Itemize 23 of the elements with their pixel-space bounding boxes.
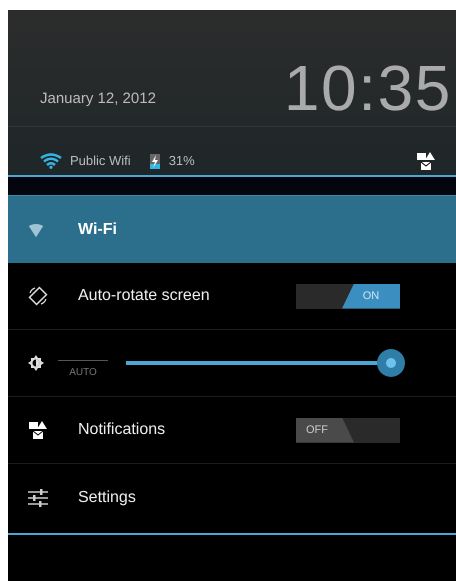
date-text: January 12, 2012 [40,88,156,108]
row-label: Auto-rotate screen [78,286,211,306]
row-label: Notifications [78,420,166,440]
row-label: Wi-Fi [78,220,117,240]
clock-text: 10:35 [284,56,452,120]
battery-charging-icon [148,152,161,170]
toggle-switch[interactable]: OFF [296,418,400,442]
row-label: Settings [78,488,136,508]
toggle-switch[interactable]: ON [296,284,400,308]
notifications-icon [416,151,436,171]
auto-label[interactable]: AUTO [69,365,97,380]
wifi-icon [40,153,62,169]
brightness-icon [28,355,44,371]
slider-thumb[interactable] [376,349,405,377]
switch-thumb: ON [342,284,400,308]
switch-thumb: OFF [296,418,354,442]
battery-percent: 31% [168,152,195,170]
notifications-icon [28,420,48,440]
wifi-icon [28,222,44,238]
network-name: Public Wifi [70,152,131,170]
rotate-icon [28,286,48,306]
settings-icon [28,488,48,506]
quick-setting-row[interactable]: Wi-Fi [8,196,456,263]
